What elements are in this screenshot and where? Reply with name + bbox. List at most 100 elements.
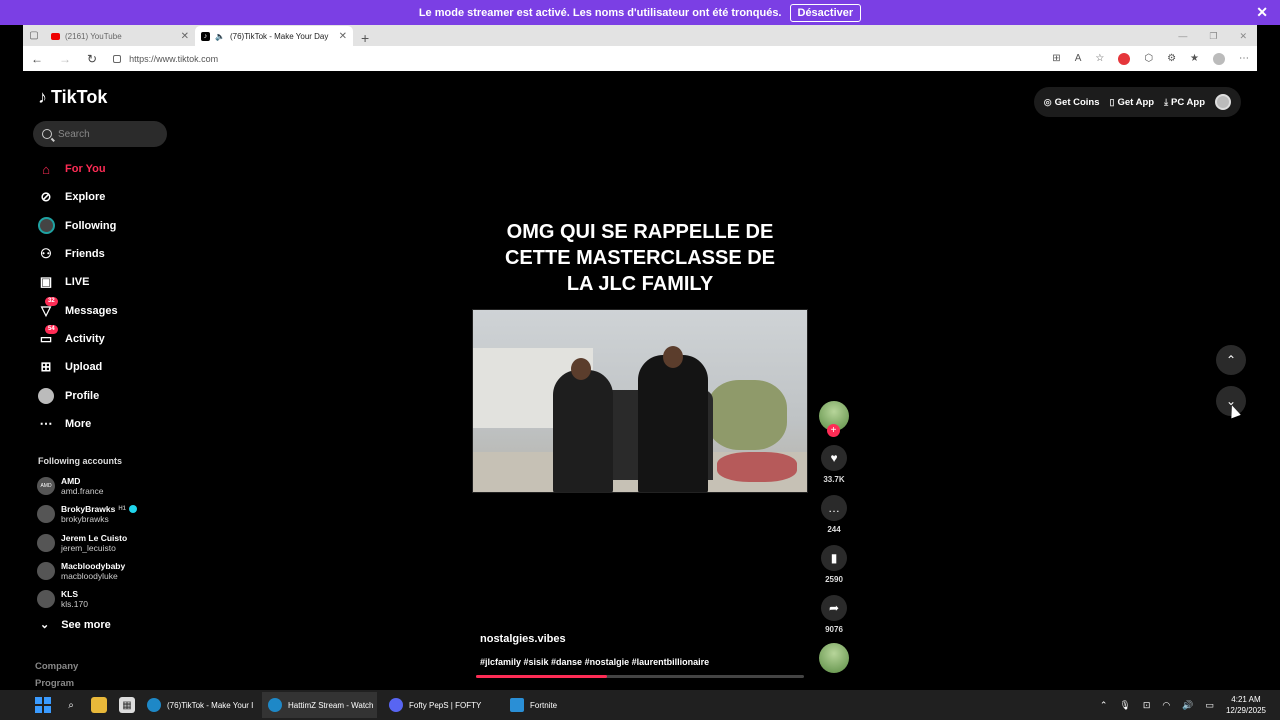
account-handle: amd.france: [61, 486, 104, 497]
verified-icon: [129, 505, 138, 514]
extension-gray-icon[interactable]: ⬡: [1144, 53, 1153, 64]
video-progress-fill: [476, 675, 608, 678]
list-item[interactable]: Macbloodybaby macbloodyluke: [37, 557, 197, 585]
settings-menu-icon[interactable]: ⋯: [1239, 53, 1249, 64]
like-button[interactable]: ♥: [821, 445, 847, 471]
youtube-favicon-icon: [51, 32, 60, 40]
sidebar-item-friends[interactable]: ⚇ Friends: [37, 240, 187, 268]
sidebar-item-following[interactable]: Following: [37, 212, 187, 240]
maximize-icon[interactable]: ❐: [1209, 31, 1217, 42]
taskbar-app-edge-tiktok[interactable]: (76)TikTok - Make Your I: [141, 692, 256, 718]
favorite-add-icon[interactable]: ☆: [1095, 53, 1104, 64]
sidebar-item-explore[interactable]: ⊘ Explore: [37, 183, 187, 211]
taskbar-app-label: Fofty PepS | FOFTY: [409, 700, 482, 710]
microphone-icon[interactable]: 🎙: [1119, 700, 1130, 711]
comment-button[interactable]: …: [821, 495, 847, 521]
list-item[interactable]: BrokyBrawks H1 brokybrawks: [37, 500, 197, 528]
tab-tiktok[interactable]: ♪ 🔈 (76)TikTok - Make Your Day ✕: [195, 26, 353, 46]
chevron-up-icon[interactable]: ⌃: [1100, 700, 1108, 711]
read-aloud-icon[interactable]: A: [1075, 53, 1082, 64]
discord-icon: [389, 698, 403, 712]
file-explorer-icon[interactable]: [91, 697, 107, 713]
sidebar-item-profile[interactable]: Profile: [37, 381, 187, 409]
app-available-icon[interactable]: ⊞: [1052, 53, 1060, 64]
follow-plus-icon[interactable]: +: [827, 424, 840, 437]
list-item[interactable]: KLS kls.170: [37, 585, 197, 613]
creator-avatar[interactable]: +: [819, 401, 849, 437]
taskbar-app-edge-stream[interactable]: HattimZ Stream - Watch: [262, 692, 377, 718]
tab-actions-icon[interactable]: ▢: [23, 25, 45, 46]
extension-icon[interactable]: [1118, 52, 1131, 65]
speaker-icon[interactable]: 🔈: [215, 32, 225, 41]
list-item[interactable]: AMD AMD amd.france: [37, 472, 197, 500]
close-tab-icon[interactable]: ✕: [181, 31, 189, 42]
forward-icon[interactable]: →: [59, 52, 71, 66]
footer-link-program[interactable]: Program: [35, 678, 74, 689]
avatar: AMD: [37, 477, 55, 496]
favorites-icon[interactable]: ★: [1190, 53, 1199, 64]
list-item[interactable]: Jerem Le Cuisto jerem_lecuisto: [37, 529, 197, 557]
sidebar-item-activity[interactable]: ▭ 54 Activity: [37, 324, 187, 353]
account-name: Macbloodybaby: [61, 561, 126, 572]
friends-icon: ⚇: [40, 246, 52, 262]
get-app-button[interactable]: ▯ Get App: [1110, 97, 1155, 108]
account-handle: macbloodyluke: [61, 571, 118, 582]
close-tab-icon[interactable]: ✕: [339, 31, 347, 42]
video-caption-title: OMG QUI SE RAPPELLE DE CETTE MASTERCLASS…: [504, 221, 776, 295]
new-tab-button[interactable]: +: [353, 30, 377, 46]
sidebar-item-for-you[interactable]: ⌂ For You: [37, 155, 187, 183]
volume-icon[interactable]: 🔊: [1182, 700, 1193, 711]
live-icon: ▣: [39, 274, 53, 290]
tab-youtube[interactable]: (2161) YouTube ✕: [45, 26, 195, 46]
browser-chrome: ▢ (2161) YouTube ✕ ♪ 🔈 (76)TikTok - Make…: [23, 25, 1257, 71]
taskbar-app-label: HattimZ Stream - Watch: [288, 700, 374, 710]
disable-streamer-button[interactable]: Désactiver: [789, 3, 862, 22]
close-banner-icon[interactable]: ✕: [1256, 4, 1268, 21]
search-icon[interactable]: ⌕: [63, 697, 79, 713]
back-icon[interactable]: ←: [31, 52, 43, 66]
profile-icon[interactable]: [1213, 52, 1225, 65]
heart-icon: ♥: [830, 451, 838, 465]
close-window-icon[interactable]: ✕: [1239, 31, 1247, 42]
share-count: 9076: [825, 625, 843, 634]
previous-video-button[interactable]: ⌃: [1216, 345, 1246, 375]
edge-icon: [268, 698, 282, 712]
video-player[interactable]: [472, 309, 808, 493]
share-button[interactable]: ➦: [821, 595, 847, 621]
taskbar-app-fortnite[interactable]: Fortnite: [504, 692, 619, 718]
sound-disc-icon[interactable]: [819, 643, 849, 673]
avatar[interactable]: [1215, 94, 1231, 110]
save-button[interactable]: ▮: [821, 545, 847, 571]
tiktok-logo[interactable]: ♪ TikTok: [38, 87, 107, 108]
account-name: Jerem Le Cuisto: [61, 532, 128, 543]
video-username[interactable]: nostalgies.vibes: [480, 633, 566, 645]
sidebar-item-more[interactable]: ⋯ More: [37, 410, 187, 438]
extensions-icon[interactable]: ⚙: [1167, 53, 1176, 64]
sidebar-item-upload[interactable]: ⊞ Upload: [37, 353, 187, 381]
avatar: [37, 562, 55, 581]
download-icon: ⤓: [1164, 96, 1169, 107]
see-more-button[interactable]: ⌄ See more: [40, 618, 111, 632]
account-handle: brokybrawks: [61, 514, 109, 525]
lock-icon[interactable]: [113, 54, 122, 63]
footer-link-company[interactable]: Company: [35, 661, 78, 672]
network-icon[interactable]: ⊡: [1143, 700, 1151, 711]
sidebar-item-messages[interactable]: ▽ 32 Messages: [37, 296, 187, 324]
clock[interactable]: 4:21 AM 12/29/2025: [1226, 694, 1266, 716]
store-icon[interactable]: ▦: [119, 697, 135, 713]
wifi-icon[interactable]: ◠: [1162, 700, 1170, 711]
start-icon[interactable]: [35, 697, 51, 713]
taskbar-app-discord[interactable]: Fofty PepS | FOFTY: [383, 692, 498, 718]
address-bar[interactable]: https://www.tiktok.com: [113, 54, 993, 64]
video-progress-bar[interactable]: [476, 675, 804, 678]
video-hashtags[interactable]: #jlcfamily #sisik #danse #nostalgie #lau…: [480, 657, 709, 667]
tab-title: (76)TikTok - Make Your Day: [229, 31, 329, 41]
sidebar-item-live[interactable]: ▣ LIVE: [37, 268, 187, 296]
refresh-icon[interactable]: ↻: [87, 52, 97, 66]
battery-icon[interactable]: ▭: [1205, 700, 1214, 711]
get-coins-button[interactable]: ◎ Get Coins: [1044, 97, 1100, 108]
minimize-icon[interactable]: —: [1178, 31, 1187, 42]
url-text[interactable]: https://www.tiktok.com: [129, 54, 218, 64]
pc-app-button[interactable]: ⤓ PC App: [1164, 97, 1205, 108]
search-input[interactable]: Search: [33, 121, 167, 147]
